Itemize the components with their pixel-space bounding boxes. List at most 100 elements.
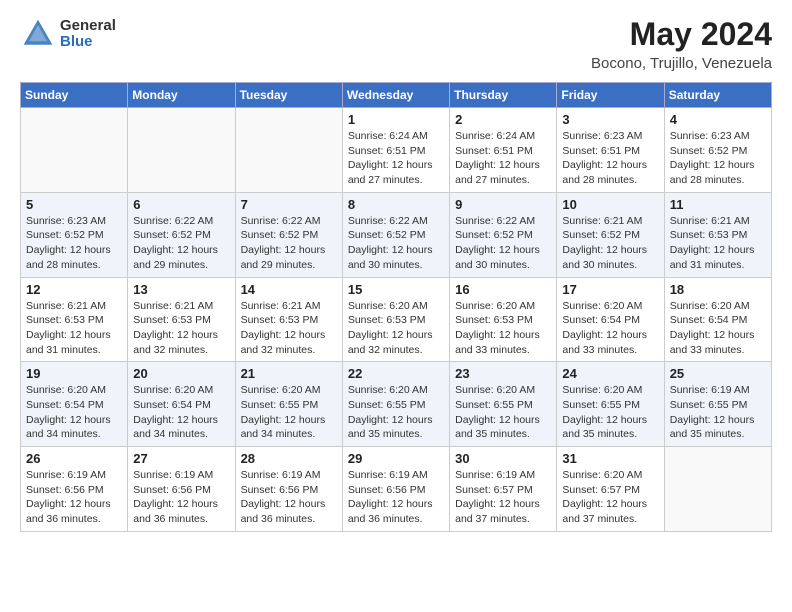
cell-date: 10 [562, 197, 658, 212]
calendar-cell [21, 108, 128, 193]
calendar-cell: 13 Sunrise: 6:21 AM Sunset: 6:53 PM Dayli… [128, 277, 235, 362]
logo-text: General Blue [60, 18, 116, 51]
calendar-cell: 22Sunrise: 6:20 AM Sunset: 6:55 PM Dayli… [342, 362, 449, 447]
calendar-cell [128, 108, 235, 193]
cell-info: Sunrise: 6:20 AM Sunset: 6:54 PM Dayligh… [26, 383, 122, 442]
cell-date: 1 [348, 112, 444, 127]
cell-info: Sunrise: 6:19 AM Sunset: 6:56 PM Dayligh… [133, 468, 229, 527]
cell-date: 7 [241, 197, 337, 212]
calendar-cell: 5Sunrise: 6:23 AM Sunset: 6:52 PM Daylig… [21, 192, 128, 277]
cell-date: 17 [562, 282, 658, 297]
cell-info: Sunrise: 6:23 AM Sunset: 6:52 PM Dayligh… [670, 129, 766, 188]
cell-date: 18 [670, 282, 766, 297]
calendar-day-header: Friday [557, 83, 664, 108]
cell-info: Sunrise: 6:21 AM Sunset: 6:52 PM Dayligh… [562, 214, 658, 273]
cell-date: 24 [562, 366, 658, 381]
calendar-cell: 25 Sunrise: 6:19 AM Sunset: 6:55 PM Dayli… [664, 362, 771, 447]
calendar-cell: 16 Sunrise: 6:20 AM Sunset: 6:53 PM Dayli… [450, 277, 557, 362]
cell-date: 15 [348, 282, 444, 297]
cell-date: 30 [455, 451, 551, 466]
title-location: Bocono, Trujillo, Venezuela [591, 55, 772, 72]
calendar-week-row: 1 Sunrise: 6:24 AM Sunset: 6:51 PM Daylig… [21, 108, 772, 193]
calendar-cell: 9 Sunrise: 6:22 AM Sunset: 6:52 PM Daylig… [450, 192, 557, 277]
cell-info: Sunrise: 6:22 AM Sunset: 6:52 PM Dayligh… [241, 214, 337, 273]
cell-date: 21 [241, 366, 337, 381]
calendar-cell: 14 Sunrise: 6:21 AM Sunset: 6:53 PM Dayli… [235, 277, 342, 362]
cell-date: 8 [348, 197, 444, 212]
cell-info: Sunrise: 6:24 AM Sunset: 6:51 PM Dayligh… [348, 129, 444, 188]
calendar-cell [664, 447, 771, 532]
calendar-cell: 21 Sunrise: 6:20 AM Sunset: 6:55 PM Dayli… [235, 362, 342, 447]
calendar-cell: 31 Sunrise: 6:20 AM Sunset: 6:57 PM Dayli… [557, 447, 664, 532]
cell-date: 9 [455, 197, 551, 212]
calendar-cell: 19 Sunrise: 6:20 AM Sunset: 6:54 PM Dayli… [21, 362, 128, 447]
cell-date: 3 [562, 112, 658, 127]
cell-info: Sunrise: 6:24 AM Sunset: 6:51 PM Dayligh… [455, 129, 551, 188]
cell-date: 19 [26, 366, 122, 381]
cell-info: Sunrise: 6:19 AM Sunset: 6:56 PM Dayligh… [26, 468, 122, 527]
calendar-cell: 12Sunrise: 6:21 AM Sunset: 6:53 PM Dayli… [21, 277, 128, 362]
calendar-day-header: Tuesday [235, 83, 342, 108]
cell-info: Sunrise: 6:20 AM Sunset: 6:54 PM Dayligh… [133, 383, 229, 442]
calendar-week-row: 5Sunrise: 6:23 AM Sunset: 6:52 PM Daylig… [21, 192, 772, 277]
title-block: May 2024 Bocono, Trujillo, Venezuela [591, 16, 772, 72]
calendar-cell: 6 Sunrise: 6:22 AM Sunset: 6:52 PM Daylig… [128, 192, 235, 277]
calendar-cell: 23 Sunrise: 6:20 AM Sunset: 6:55 PM Dayli… [450, 362, 557, 447]
cell-info: Sunrise: 6:20 AM Sunset: 6:54 PM Dayligh… [562, 299, 658, 358]
cell-date: 13 [133, 282, 229, 297]
calendar-day-header: Sunday [21, 83, 128, 108]
cell-info: Sunrise: 6:20 AM Sunset: 6:53 PM Dayligh… [455, 299, 551, 358]
calendar-cell: 26Sunrise: 6:19 AM Sunset: 6:56 PM Dayli… [21, 447, 128, 532]
cell-info: Sunrise: 6:23 AM Sunset: 6:52 PM Dayligh… [26, 214, 122, 273]
cell-info: Sunrise: 6:20 AM Sunset: 6:55 PM Dayligh… [241, 383, 337, 442]
logo-blue: Blue [60, 34, 116, 51]
calendar-cell: 18Sunrise: 6:20 AM Sunset: 6:54 PM Dayli… [664, 277, 771, 362]
calendar-day-header: Monday [128, 83, 235, 108]
calendar-week-row: 12 Sunrise: 6:21 AM Sunset: 6:53 PM Dayli… [21, 277, 772, 362]
calendar-header-row: SundayMondayTuesdayWednesdayThursdayFrid… [21, 83, 772, 108]
cell-info: Sunrise: 6:19 AM Sunset: 6:55 PM Dayligh… [670, 383, 766, 442]
cell-info: Sunrise: 6:22 AM Sunset: 6:52 PM Dayligh… [133, 214, 229, 273]
calendar-cell: 7 Sunrise: 6:22 AM Sunset: 6:52 PM Daylig… [235, 192, 342, 277]
logo-general: General [60, 18, 116, 35]
logo-icon [20, 16, 56, 52]
calendar-cell: 15 Sunrise: 6:20 AM Sunset: 6:53 PM Dayli… [342, 277, 449, 362]
cell-date: 31 [562, 451, 658, 466]
cell-date: 28 [241, 451, 337, 466]
cell-date: 23 [455, 366, 551, 381]
calendar-cell: 2 Sunrise: 6:24 AM Sunset: 6:51 PM Daylig… [450, 108, 557, 193]
calendar-cell: 29 Sunrise: 6:19 AM Sunset: 6:56 PM Dayli… [342, 447, 449, 532]
calendar-week-row: 19 Sunrise: 6:20 AM Sunset: 6:54 PM Dayli… [21, 362, 772, 447]
calendar-week-row: 26Sunrise: 6:19 AM Sunset: 6:56 PM Dayli… [21, 447, 772, 532]
cell-date: 4 [670, 112, 766, 127]
cell-info: Sunrise: 6:20 AM Sunset: 6:55 PM Dayligh… [348, 383, 444, 442]
cell-info: Sunrise: 6:20 AM Sunset: 6:53 PM Dayligh… [348, 299, 444, 358]
calendar-cell: 1 Sunrise: 6:24 AM Sunset: 6:51 PM Daylig… [342, 108, 449, 193]
cell-info: Sunrise: 6:19 AM Sunset: 6:56 PM Dayligh… [348, 468, 444, 527]
cell-date: 25 [670, 366, 766, 381]
cell-info: Sunrise: 6:23 AM Sunset: 6:51 PM Dayligh… [562, 129, 658, 188]
cell-info: Sunrise: 6:20 AM Sunset: 6:57 PM Dayligh… [562, 468, 658, 527]
cell-date: 16 [455, 282, 551, 297]
cell-info: Sunrise: 6:19 AM Sunset: 6:56 PM Dayligh… [241, 468, 337, 527]
header: General Blue May 2024 Bocono, Trujillo, … [20, 16, 772, 72]
logo: General Blue [20, 16, 116, 52]
cell-date: 2 [455, 112, 551, 127]
calendar-cell [235, 108, 342, 193]
title-month: May 2024 [591, 16, 772, 53]
cell-info: Sunrise: 6:20 AM Sunset: 6:55 PM Dayligh… [455, 383, 551, 442]
cell-info: Sunrise: 6:21 AM Sunset: 6:53 PM Dayligh… [133, 299, 229, 358]
calendar-day-header: Saturday [664, 83, 771, 108]
calendar-cell: 8Sunrise: 6:22 AM Sunset: 6:52 PM Daylig… [342, 192, 449, 277]
cell-info: Sunrise: 6:21 AM Sunset: 6:53 PM Dayligh… [670, 214, 766, 273]
page: General Blue May 2024 Bocono, Trujillo, … [0, 0, 792, 612]
cell-date: 11 [670, 197, 766, 212]
cell-info: Sunrise: 6:21 AM Sunset: 6:53 PM Dayligh… [241, 299, 337, 358]
cell-info: Sunrise: 6:20 AM Sunset: 6:55 PM Dayligh… [562, 383, 658, 442]
calendar-cell: 28 Sunrise: 6:19 AM Sunset: 6:56 PM Dayli… [235, 447, 342, 532]
cell-date: 14 [241, 282, 337, 297]
cell-date: 6 [133, 197, 229, 212]
cell-date: 29 [348, 451, 444, 466]
cell-date: 12 [26, 282, 122, 297]
cell-info: Sunrise: 6:22 AM Sunset: 6:52 PM Dayligh… [455, 214, 551, 273]
